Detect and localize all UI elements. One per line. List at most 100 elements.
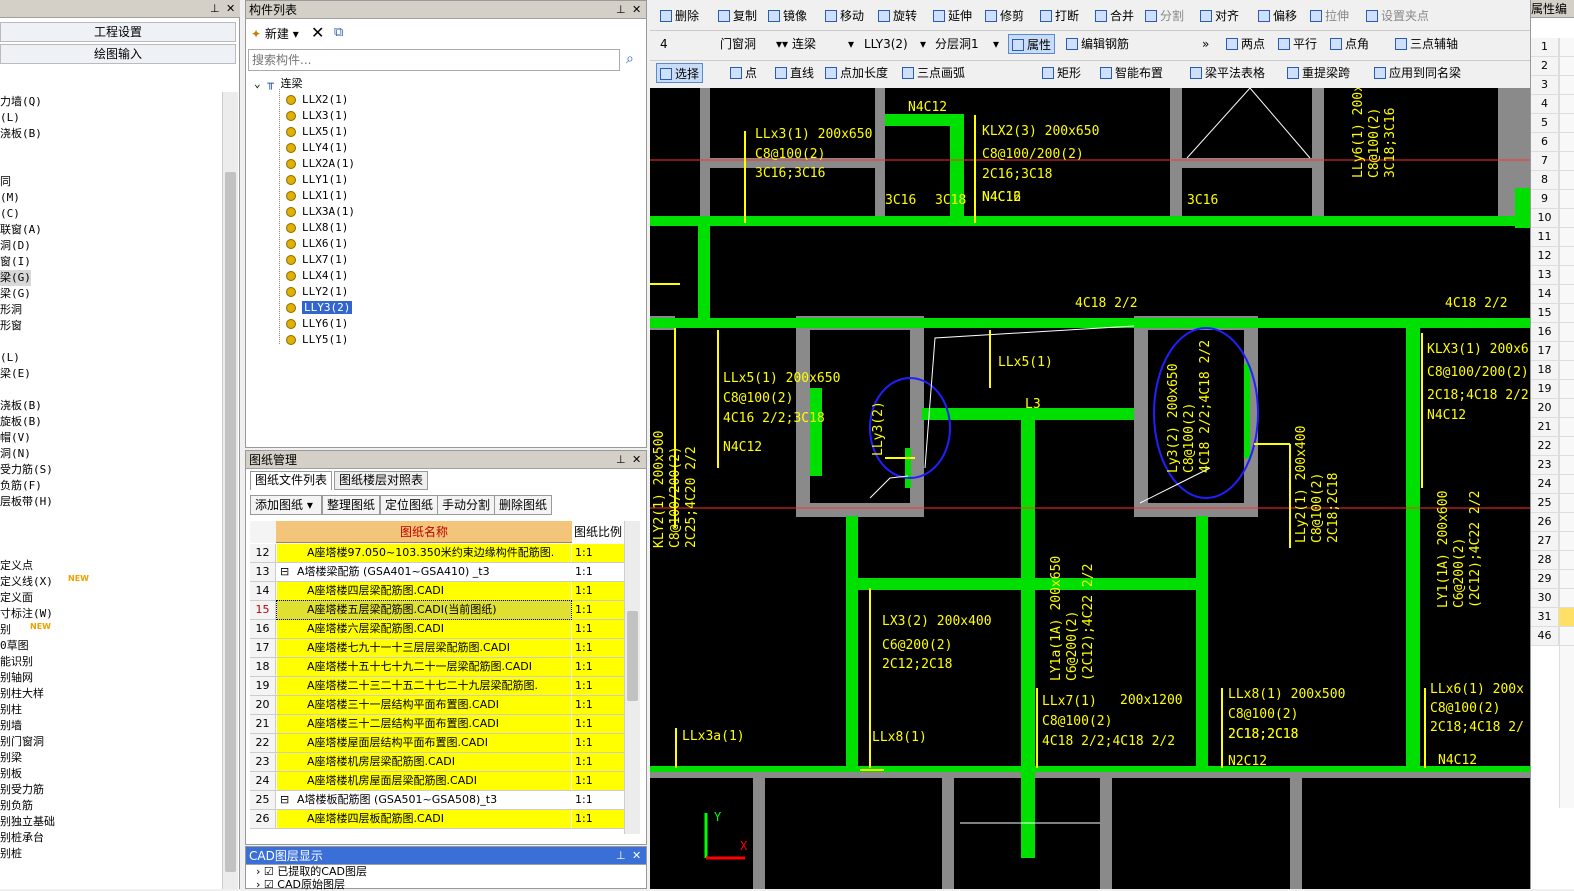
tree-item[interactable]: LLX3(1): [286, 108, 348, 123]
tree-item[interactable]: LLX2(1): [286, 92, 348, 107]
drawing-input-button[interactable]: 绘图输入: [0, 44, 236, 64]
drawing-row[interactable]: 16 A座塔楼六层梁配筋图.CADI 1:1: [250, 620, 624, 639]
tree-item[interactable]: LLY1(1): [286, 172, 348, 187]
drawing-row[interactable]: 20 A座塔楼三十一层结构平面布置图.CADI 1:1: [250, 696, 624, 715]
cad-drawing[interactable]: Y X LLx3(1) 200x650 C8@100(2) 3C16;3C16 KLX…: [650, 88, 1530, 889]
nav-item[interactable]: 窗(I): [0, 254, 31, 270]
drawing-row[interactable]: 17 A座塔楼七九十一十三层层梁配筋图.CADI 1:1: [250, 639, 624, 658]
pin-icon[interactable]: ⊥: [616, 451, 626, 469]
tree-item[interactable]: LLY3(2): [286, 300, 353, 315]
tree-item[interactable]: LLY6(1): [286, 316, 348, 331]
nav-item[interactable]: 梁(G): [0, 286, 31, 302]
drawing-row[interactable]: 19 A座塔楼二十三二十五二十七二十九层梁配筋图. 1:1: [250, 677, 624, 696]
property-row[interactable]: 3: [1531, 76, 1574, 95]
axis-tool-3[interactable]: 三点辅轴: [1395, 34, 1458, 54]
property-row[interactable]: 18: [1531, 361, 1574, 380]
pin-icon[interactable]: ⊥: [616, 1, 626, 19]
property-row[interactable]: 5: [1531, 114, 1574, 133]
property-row[interactable]: 11: [1531, 228, 1574, 247]
axis-tool-2[interactable]: 点角: [1330, 34, 1369, 54]
chevron-right-icon[interactable]: »: [1202, 34, 1209, 54]
nav-item[interactable]: 洞(N): [0, 446, 31, 462]
nav-item[interactable]: 洞(D): [0, 238, 31, 254]
nav-item[interactable]: (C): [0, 206, 20, 222]
category-select[interactable]: 门窗洞 ▾: [720, 34, 792, 54]
draw-tool-0[interactable]: 选择: [656, 63, 704, 83]
nav-item[interactable]: 别板: [0, 766, 22, 782]
property-row[interactable]: 46: [1531, 627, 1574, 646]
tree-item[interactable]: LLY4(1): [286, 140, 348, 155]
delete-drawing-button[interactable]: 删除图纸: [494, 495, 553, 515]
draw-tool-9[interactable]: 应用到同名梁: [1374, 63, 1461, 83]
component-select[interactable]: LLY3(2) ▾: [864, 34, 936, 54]
component-search-input[interactable]: [248, 49, 620, 71]
nav-item[interactable]: 浇板(B): [0, 126, 42, 142]
nav-item[interactable]: 别轴网: [0, 670, 33, 686]
property-row[interactable]: 16: [1531, 323, 1574, 342]
property-row[interactable]: 28: [1531, 551, 1574, 570]
nav-item[interactable]: 层板带(H): [0, 494, 53, 510]
nav-item[interactable]: 寸标注(W): [0, 606, 53, 622]
tree-item[interactable]: LLX2A(1): [286, 156, 355, 171]
drawing-row[interactable]: 26 A座塔楼四层板配筋图.CADI 1:1: [250, 810, 624, 829]
draw-tool-2[interactable]: 直线: [775, 63, 814, 83]
property-row[interactable]: 1: [1531, 38, 1574, 57]
nav-item[interactable]: 别柱大样: [0, 686, 44, 702]
drawing-row[interactable]: 25 A塔楼板配筋图 (GSA501~GSA508)_t3 1:1 ⊟: [250, 791, 624, 810]
close-icon[interactable]: ✕: [632, 847, 641, 865]
nav-item[interactable]: 浇板(B): [0, 398, 42, 414]
drawing-row[interactable]: 14 A座塔楼四层梁配筋图.CADI 1:1: [250, 582, 624, 601]
nav-item[interactable]: 别: [0, 622, 11, 638]
tree-item[interactable]: LLX8(1): [286, 220, 348, 235]
collapse-icon[interactable]: ⌄: [254, 77, 261, 90]
drawing-row[interactable]: 18 A座塔楼十五十七十九二十一层梁配筋图.CADI 1:1: [250, 658, 624, 677]
nav-item[interactable]: 别墙: [0, 718, 22, 734]
tool-2[interactable]: 镜像: [768, 6, 807, 26]
nav-item[interactable]: 别桩承台: [0, 830, 44, 846]
nav-item[interactable]: 别独立基础: [0, 814, 55, 830]
property-row[interactable]: 12: [1531, 247, 1574, 266]
add-drawing-button[interactable]: 添加图纸 ▾: [250, 495, 322, 515]
axis-tool-1[interactable]: 平行: [1278, 34, 1317, 54]
tree-item[interactable]: LLX3A(1): [286, 204, 355, 219]
tool-13[interactable]: 设置夹点: [1366, 6, 1429, 26]
nav-item[interactable]: 别梁: [0, 750, 22, 766]
property-row[interactable]: 2: [1531, 57, 1574, 76]
nav-item[interactable]: 受力筋(S): [0, 462, 53, 478]
nav-item[interactable]: 形窗: [0, 318, 22, 334]
close-icon[interactable]: ✕: [632, 1, 641, 19]
property-row[interactable]: 29: [1531, 570, 1574, 589]
tree-item[interactable]: LLY5(1): [286, 332, 348, 347]
property-row[interactable]: 21: [1531, 418, 1574, 437]
tool-3[interactable]: 移动: [825, 6, 864, 26]
property-row[interactable]: 27: [1531, 532, 1574, 551]
nav-item[interactable]: 力墙(Q): [0, 94, 42, 110]
collapse-icon[interactable]: ⊟: [280, 563, 289, 581]
nav-item[interactable]: 能识别: [0, 654, 33, 670]
draw-tool-1[interactable]: 点: [730, 63, 757, 83]
axis-tool-0[interactable]: 两点: [1226, 34, 1265, 54]
nav-item[interactable]: 0草图: [0, 638, 29, 654]
drawing-row[interactable]: 13 A塔楼梁配筋 (GSA401~GSA410) _t3 1:1 ⊟: [250, 563, 624, 582]
property-row[interactable]: 13: [1531, 266, 1574, 285]
cad-layer-item-original[interactable]: › ☑ CAD原始图层: [256, 878, 345, 891]
tool-11[interactable]: 偏移: [1258, 6, 1297, 26]
nav-item[interactable]: 定义面: [0, 590, 33, 606]
property-row[interactable]: 23: [1531, 456, 1574, 475]
cad-layer-item-extracted[interactable]: › ☑ 已提取的CAD图层: [256, 865, 367, 878]
tool-12[interactable]: 拉伸: [1310, 6, 1349, 26]
draw-tool-4[interactable]: 三点画弧: [902, 63, 965, 83]
pin-icon[interactable]: ⊥: [210, 0, 220, 18]
property-row[interactable]: 4: [1531, 95, 1574, 114]
property-row[interactable]: 25: [1531, 494, 1574, 513]
property-row[interactable]: 14: [1531, 285, 1574, 304]
tool-1[interactable]: 复制: [718, 6, 757, 26]
nav-item[interactable]: 别负筋: [0, 798, 33, 814]
property-row[interactable]: 8: [1531, 171, 1574, 190]
property-row[interactable]: 22: [1531, 437, 1574, 456]
tab-floor-mapping[interactable]: 图纸楼层对照表: [334, 471, 429, 490]
property-row[interactable]: 31: [1531, 608, 1574, 627]
drawing-row[interactable]: 24 A座塔楼机房屋面层梁配筋图.CADI 1:1: [250, 772, 624, 791]
property-row[interactable]: 24: [1531, 475, 1574, 494]
property-row[interactable]: 30: [1531, 589, 1574, 608]
